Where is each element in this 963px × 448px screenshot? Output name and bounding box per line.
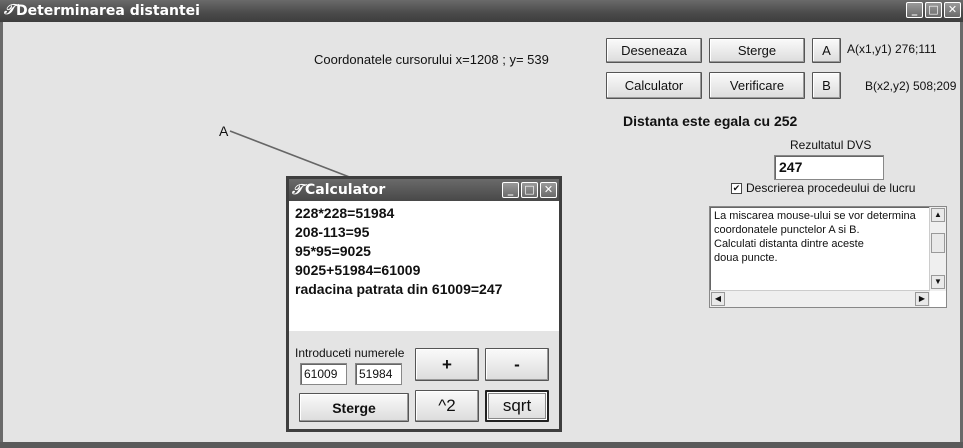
description-line: La miscarea mouse-ului se vor determina <box>714 210 916 222</box>
calculator-window-controls: _ □ ✕ <box>502 182 557 198</box>
calculator-clear-button[interactable]: Sterge <box>299 393 409 422</box>
calculator-title: Calculator <box>305 182 386 198</box>
minimize-icon[interactable]: _ <box>502 182 519 198</box>
checkbox-check-icon[interactable]: ✔ <box>731 182 742 194</box>
close-icon[interactable]: ✕ <box>540 182 557 198</box>
sterge-button[interactable]: Sterge <box>709 38 805 63</box>
scroll-up-icon[interactable]: ▲ <box>931 208 945 222</box>
output-line: 95*95=9025 <box>295 243 371 259</box>
input-numbers-label: Introduceti numerele <box>295 346 405 360</box>
point-a-button[interactable]: A <box>812 38 841 63</box>
plus-button[interactable]: + <box>415 348 479 381</box>
output-line: 9025+51984=61009 <box>295 262 421 278</box>
scroll-right-icon[interactable]: ▶ <box>915 292 929 306</box>
cursor-coordinates: Coordonatele cursorului x=1208 ; y= 539 <box>314 52 549 67</box>
scroll-thumb[interactable] <box>931 233 945 253</box>
memo-horizontal-scrollbar[interactable]: ◀ ▶ <box>710 290 930 307</box>
number-input-1[interactable]: 61009 <box>300 363 347 385</box>
description-line: doua puncte. <box>714 252 778 264</box>
segment-ab <box>229 130 353 179</box>
calculator-app-icon: 𝒯 <box>292 182 303 198</box>
square-button[interactable]: ^2 <box>415 390 479 422</box>
sqrt-button[interactable]: sqrt <box>485 390 549 422</box>
calculator-titlebar[interactable]: 𝒯 Calculator _ □ ✕ <box>289 179 559 201</box>
calculator-output[interactable]: 228*228=51984 208-113=95 95*95=9025 9025… <box>289 201 559 331</box>
procedure-description-memo[interactable]: La miscarea mouse-ului se vor determina … <box>709 206 947 308</box>
procedure-description-text: La miscarea mouse-ului se vor determina … <box>714 209 924 265</box>
output-line: radacina patrata din 61009=247 <box>295 281 503 297</box>
deseneaza-button[interactable]: Deseneaza <box>606 38 702 63</box>
dvs-result-label: Rezultatul DVS <box>790 138 872 152</box>
description-line: coordonatele punctelor A si B. <box>714 224 860 236</box>
distance-result: Distanta este egala cu 252 <box>623 113 798 129</box>
maximize-icon[interactable]: □ <box>521 182 538 198</box>
point-b-coords: B(x2,y2) 508;209 <box>865 79 957 93</box>
scroll-left-icon[interactable]: ◀ <box>711 292 725 306</box>
point-a-coords: A(x1,y1) 276;111 <box>847 42 937 56</box>
output-line: 208-113=95 <box>295 224 370 240</box>
point-a-marker: A <box>219 123 229 139</box>
dvs-result-field[interactable]: 247 <box>774 155 884 180</box>
minus-button[interactable]: - <box>485 348 549 381</box>
point-b-button[interactable]: B <box>812 72 841 99</box>
description-line: Calculati distanta dintre aceste <box>714 238 864 250</box>
scroll-down-icon[interactable]: ▼ <box>931 275 945 289</box>
calculator-dialog: 𝒯 Calculator _ □ ✕ 228*228=51984 208-113… <box>286 176 562 432</box>
procedure-checkbox[interactable]: ✔ Descrierea procedeului de lucru <box>731 181 915 195</box>
number-input-2[interactable]: 51984 <box>355 363 402 385</box>
calculator-button[interactable]: Calculator <box>606 72 702 99</box>
procedure-checkbox-label: Descrierea procedeului de lucru <box>746 181 916 195</box>
output-line: 228*228=51984 <box>295 205 395 221</box>
memo-vertical-scrollbar[interactable]: ▲ ▼ <box>929 207 946 291</box>
verificare-button[interactable]: Verificare <box>709 72 805 99</box>
